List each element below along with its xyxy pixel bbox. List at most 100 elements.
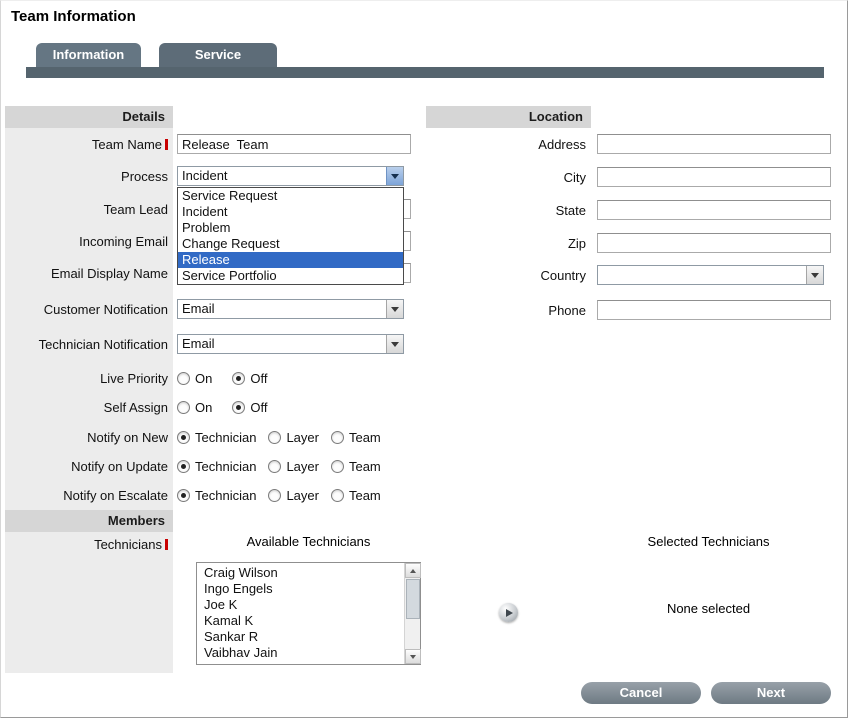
notify-on-escalate-technician-radio[interactable]: Technician <box>177 488 256 503</box>
label-text: Address <box>538 137 586 152</box>
next-button[interactable]: Next <box>711 682 831 704</box>
country-select[interactable] <box>597 265 824 285</box>
cancel-button[interactable]: Cancel <box>581 682 701 704</box>
technician-option[interactable]: Kamal K <box>198 613 403 629</box>
notify-on-update-radiogroup: Technician Layer Team <box>177 456 393 476</box>
radio-label: On <box>195 371 212 386</box>
dropdown-arrow-icon <box>386 167 403 185</box>
location-section-header: Location <box>426 106 591 128</box>
tab-service[interactable]: Service <box>159 43 277 67</box>
process-option[interactable]: Service Portfolio <box>178 268 403 284</box>
technician-option[interactable]: Craig Wilson <box>198 565 403 581</box>
radio-icon <box>331 431 344 444</box>
label-text: Zip <box>568 236 586 251</box>
city-input[interactable] <box>597 167 831 187</box>
notify-on-new-team-radio[interactable]: Team <box>331 430 381 445</box>
process-option-highlighted[interactable]: Release <box>178 252 403 268</box>
label-text: Notify on Update <box>71 459 168 474</box>
process-option[interactable]: Incident <box>178 204 403 220</box>
radio-icon <box>331 460 344 473</box>
move-right-button[interactable] <box>499 603 518 622</box>
label-text: Live Priority <box>100 371 168 386</box>
state-input[interactable] <box>597 200 831 220</box>
incoming-email-label: Incoming Email <box>5 231 168 251</box>
state-label: State <box>426 200 586 220</box>
radio-icon <box>268 489 281 502</box>
available-technicians-title: Available Technicians <box>196 534 421 549</box>
radio-label: Team <box>349 430 381 445</box>
label-text: City <box>564 170 586 185</box>
radio-selected-icon <box>232 372 245 385</box>
label-text: Process <box>121 169 168 184</box>
scroll-up-icon[interactable] <box>405 563 421 578</box>
label-text: Team Lead <box>104 202 168 217</box>
process-option[interactable]: Change Request <box>178 236 403 252</box>
technician-notification-value: Email <box>178 335 386 353</box>
label-text: Country <box>540 268 586 283</box>
phone-input[interactable] <box>597 300 831 320</box>
label-text: Self Assign <box>104 400 168 415</box>
label-text: Technicians <box>94 537 162 552</box>
process-option[interactable]: Problem <box>178 220 403 236</box>
tab-information[interactable]: Information <box>36 43 141 67</box>
zip-input[interactable] <box>597 233 831 253</box>
dropdown-arrow-icon <box>386 335 403 353</box>
team-name-label: Team Name <box>5 134 168 154</box>
process-label: Process <box>5 166 168 186</box>
process-options-list: Service Request Incident Problem Change … <box>177 187 404 285</box>
tab-bar <box>26 67 824 78</box>
live-priority-radiogroup: On Off <box>177 368 287 388</box>
scroll-thumb[interactable] <box>406 579 420 619</box>
selected-technicians-title: Selected Technicians <box>596 534 821 549</box>
available-technicians-list[interactable]: Craig Wilson Ingo Engels Joe K Kamal K S… <box>196 562 421 665</box>
technician-option[interactable]: Sankar R <box>198 629 403 645</box>
technician-notification-select[interactable]: Email <box>177 334 404 354</box>
radio-label: On <box>195 400 212 415</box>
label-text: Incoming Email <box>79 234 168 249</box>
notify-on-update-technician-radio[interactable]: Technician <box>177 459 256 474</box>
scroll-down-icon[interactable] <box>405 649 421 664</box>
required-marker <box>165 139 168 150</box>
radio-label: Technician <box>195 430 256 445</box>
notify-on-update-label: Notify on Update <box>5 456 168 476</box>
notify-on-new-technician-radio[interactable]: Technician <box>177 430 256 445</box>
notify-on-update-layer-radio[interactable]: Layer <box>268 459 319 474</box>
listbox-scrollbar[interactable] <box>404 563 420 664</box>
notify-on-new-layer-radio[interactable]: Layer <box>268 430 319 445</box>
notify-on-escalate-layer-radio[interactable]: Layer <box>268 488 319 503</box>
radio-label: Off <box>250 400 267 415</box>
required-marker <box>165 539 168 550</box>
self-assign-on-radio[interactable]: On <box>177 400 212 415</box>
live-priority-off-radio[interactable]: Off <box>232 371 267 386</box>
radio-label: Layer <box>286 459 319 474</box>
customer-notification-value: Email <box>178 300 386 318</box>
customer-notification-select[interactable]: Email <box>177 299 404 319</box>
technician-items: Craig Wilson Ingo Engels Joe K Kamal K S… <box>198 565 403 663</box>
radio-selected-icon <box>177 460 190 473</box>
process-option[interactable]: Service Request <box>178 188 403 204</box>
self-assign-off-radio[interactable]: Off <box>232 400 267 415</box>
live-priority-label: Live Priority <box>5 368 168 388</box>
notify-on-new-label: Notify on New <box>5 427 168 447</box>
details-section-header: Details <box>5 106 173 128</box>
process-selected-value: Incident <box>178 167 386 185</box>
notify-on-escalate-radiogroup: Technician Layer Team <box>177 485 393 505</box>
radio-label: Team <box>349 459 381 474</box>
team-name-input[interactable] <box>177 134 411 154</box>
radio-icon <box>177 372 190 385</box>
technician-option[interactable]: Ingo Engels <box>198 581 403 597</box>
live-priority-on-radio[interactable]: On <box>177 371 212 386</box>
address-input[interactable] <box>597 134 831 154</box>
country-label: Country <box>426 265 586 285</box>
email-display-name-label: Email Display Name <box>5 263 168 283</box>
radio-selected-icon <box>177 489 190 502</box>
notify-on-escalate-label: Notify on Escalate <box>5 485 168 505</box>
technician-option[interactable]: Joe K <box>198 597 403 613</box>
technician-option[interactable]: Vaibhav Jain <box>198 645 403 661</box>
notify-on-update-team-radio[interactable]: Team <box>331 459 381 474</box>
process-select[interactable]: Incident <box>177 166 404 186</box>
zip-label: Zip <box>426 233 586 253</box>
label-text: Team Name <box>92 137 162 152</box>
notify-on-escalate-team-radio[interactable]: Team <box>331 488 381 503</box>
team-information-screen: Team Information Information Service Det… <box>0 0 848 718</box>
